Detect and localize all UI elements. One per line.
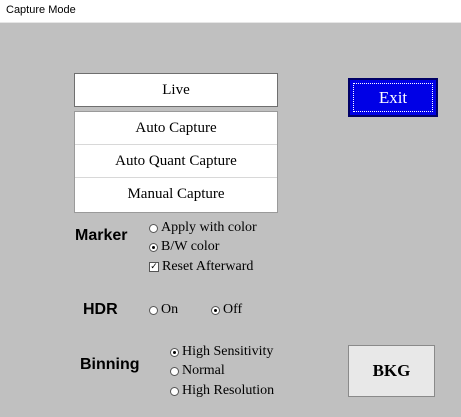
capture-button-group: Auto Capture Auto Quant Capture Manual C… — [74, 111, 278, 213]
auto-capture-button[interactable]: Auto Capture — [75, 112, 277, 145]
live-button[interactable]: Live — [74, 73, 278, 107]
binning-option-label: High Sensitivity — [182, 344, 274, 359]
marker-option-apply-with-color[interactable]: Apply with color — [149, 220, 257, 236]
manual-capture-button[interactable]: Manual Capture — [75, 178, 277, 211]
capture-mode-panel: Live Auto Capture Auto Quant Capture Man… — [0, 23, 461, 417]
hdr-option-off[interactable]: Off — [211, 302, 242, 318]
auto-quant-capture-button[interactable]: Auto Quant Capture — [75, 145, 277, 178]
marker-option-label: B/W color — [161, 239, 220, 254]
reset-afterward-label: Reset Afterward — [162, 259, 254, 274]
reset-afterward-checkbox[interactable]: ✓ Reset Afterward — [149, 259, 253, 275]
marker-option-label: Apply with color — [161, 220, 257, 235]
hdr-option-label: Off — [223, 302, 243, 317]
hdr-option-on[interactable]: On — [149, 302, 178, 318]
binning-option-label: Normal — [182, 363, 225, 378]
exit-button[interactable]: Exit — [348, 78, 438, 117]
radio-unselected-icon — [170, 386, 179, 396]
radio-unselected-icon — [149, 223, 158, 233]
binning-option-label: High Resolution — [182, 383, 275, 398]
radio-unselected-icon — [149, 305, 158, 315]
radio-selected-icon — [170, 347, 179, 357]
radio-selected-icon — [211, 305, 220, 315]
window-title: Capture Mode — [6, 4, 76, 16]
binning-option-normal[interactable]: Normal — [170, 363, 225, 379]
marker-label: Marker — [75, 227, 128, 244]
radio-selected-icon — [149, 242, 158, 252]
hdr-label: HDR — [83, 301, 118, 318]
title-bar: Capture Mode — [0, 0, 461, 23]
bkg-button[interactable]: BKG — [348, 345, 435, 397]
checkmark-icon: ✓ — [149, 261, 159, 272]
binning-label: Binning — [80, 356, 140, 373]
radio-unselected-icon — [170, 366, 179, 376]
hdr-option-label: On — [161, 302, 179, 317]
binning-option-high-resolution[interactable]: High Resolution — [170, 383, 274, 399]
binning-option-high-sensitivity[interactable]: High Sensitivity — [170, 344, 273, 360]
marker-option-bw-color[interactable]: B/W color — [149, 239, 219, 255]
